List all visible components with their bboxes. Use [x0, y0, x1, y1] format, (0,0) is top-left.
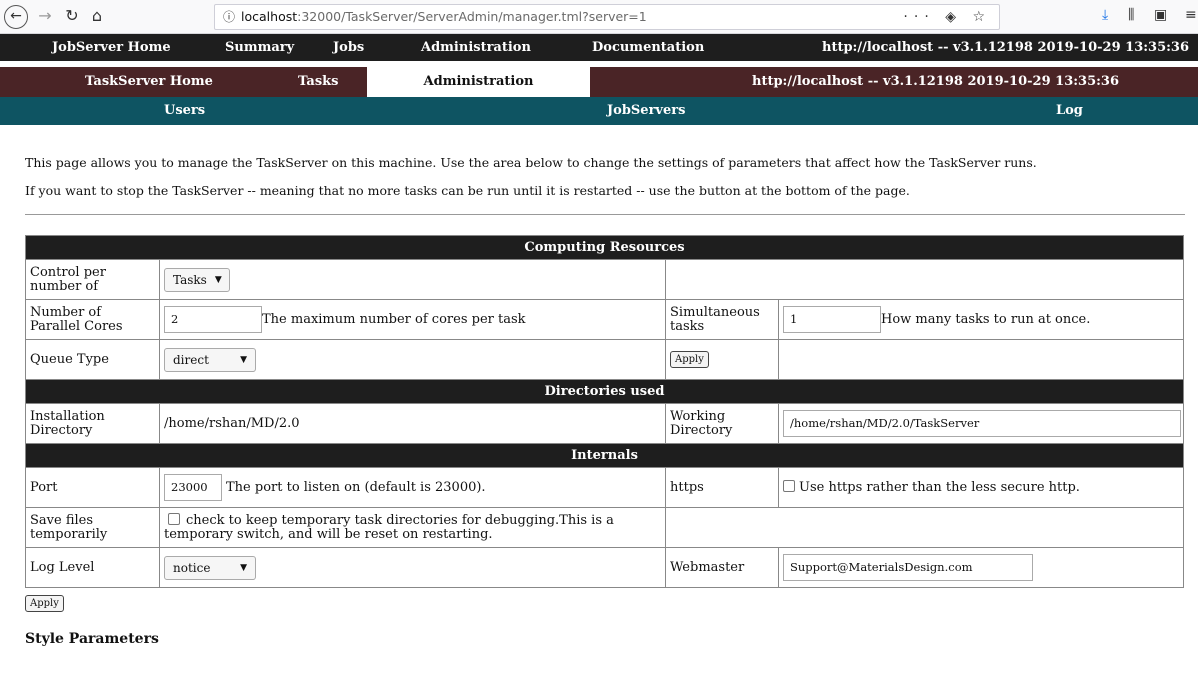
parallel-cores-help: The maximum number of cores per task: [262, 312, 526, 327]
section-heading: Internals: [25, 443, 1184, 468]
intro-text-2: If you want to stop the TaskServer -- me…: [25, 183, 910, 198]
nav-admin-active[interactable]: Administration: [367, 67, 590, 97]
divider: [25, 214, 1185, 215]
url-path: :32000/TaskServer/ServerAdmin/manager.tm…: [297, 9, 647, 24]
webmaster-label: Webmaster: [665, 547, 779, 588]
subnav-jobservers[interactable]: JobServers: [607, 97, 685, 125]
settings-table: Computing Resources Control per number o…: [25, 235, 1184, 588]
save-files-label: Save files temporarily: [25, 507, 160, 548]
queue-type-select[interactable]: direct ▼: [164, 347, 256, 372]
select-value: notice: [173, 560, 211, 575]
nav-tasks[interactable]: Tasks: [298, 67, 339, 97]
working-dir-label: Working Directory: [665, 403, 779, 444]
apply-computing-button[interactable]: Apply: [670, 351, 709, 368]
empty-cell: [665, 259, 1184, 300]
chevron-down-icon: ▼: [240, 354, 247, 365]
chevron-down-icon: ▼: [214, 274, 222, 285]
https-help: Use https rather than the less secure ht…: [799, 480, 1080, 495]
simultaneous-tasks-label: Simultaneous tasks: [665, 299, 779, 340]
select-value: direct: [173, 352, 209, 367]
control-per-select[interactable]: Tasks ▼: [164, 267, 230, 292]
url-host: localhost: [241, 9, 298, 24]
style-parameters-heading: Style Parameters: [25, 631, 159, 647]
nav-administration[interactable]: Administration: [421, 40, 531, 55]
empty-cell: [778, 339, 1184, 380]
section-heading: Computing Resources: [25, 235, 1184, 260]
section-internals: Internals: [25, 443, 1184, 468]
menu-icon[interactable]: ≡: [1185, 7, 1197, 23]
port-help: The port to listen on (default is 23000)…: [226, 480, 486, 495]
nav-documentation[interactable]: Documentation: [592, 40, 704, 55]
installation-dir-label: Installation Directory: [25, 403, 160, 444]
https-label: https: [665, 467, 779, 508]
port-input[interactable]: 23000: [164, 474, 222, 501]
nav-jobserver-home[interactable]: JobServer Home: [52, 40, 171, 55]
port-label: Port: [25, 467, 160, 508]
queue-type-label: Queue Type: [25, 339, 160, 380]
apply-internals-button[interactable]: Apply: [25, 595, 64, 612]
intro-text-1: This page allows you to manage the TaskS…: [25, 155, 1037, 170]
control-per-label: Control per number of: [25, 259, 160, 300]
jobserver-nav: JobServer Home Summary Jobs Administrati…: [0, 34, 1198, 61]
download-icon[interactable]: ⤓: [1102, 7, 1108, 23]
browser-toolbar: ← → ↻ ⌂ ⓘ localhost:32000/TaskServer/Serv…: [0, 0, 1198, 34]
select-value: Tasks: [173, 272, 207, 287]
taskserver-nav: TaskServer Home Tasks Administration htt…: [0, 67, 1198, 97]
section-directories: Directories used: [25, 379, 1184, 404]
sidebar-icon[interactable]: ▣: [1154, 7, 1167, 23]
taskserver-status: http://localhost -- v3.1.12198 2019-10-2…: [752, 74, 1120, 89]
log-level-label: Log Level: [25, 547, 160, 588]
section-computing-resources: Computing Resources: [25, 235, 1184, 260]
simultaneous-tasks-input[interactable]: 1: [783, 306, 881, 333]
parallel-cores-label: Number of Parallel Cores: [25, 299, 160, 340]
chevron-down-icon: ▼: [240, 562, 247, 573]
url-bar[interactable]: ⓘ localhost:32000/TaskServer/ServerAdmin/…: [214, 4, 1000, 30]
forward-arrow-icon[interactable]: →: [36, 5, 54, 27]
working-dir-input[interactable]: /home/rshan/MD/2.0/TaskServer: [783, 410, 1181, 437]
section-heading: Directories used: [25, 379, 1184, 404]
webmaster-input[interactable]: Support@MaterialsDesign.com: [783, 554, 1033, 581]
empty-cell: [665, 507, 1184, 548]
admin-subnav: Users JobServers Log: [0, 97, 1198, 125]
back-arrow-icon[interactable]: ←: [4, 5, 28, 29]
reload-icon[interactable]: ↻: [63, 5, 81, 27]
parallel-cores-input[interactable]: 2: [164, 306, 262, 333]
nav-summary[interactable]: Summary: [225, 40, 294, 55]
nav-taskserver-home[interactable]: TaskServer Home: [85, 67, 213, 97]
log-level-select[interactable]: notice ▼: [164, 555, 256, 580]
info-icon[interactable]: ⓘ: [223, 10, 235, 24]
save-files-checkbox[interactable]: [168, 513, 180, 525]
home-icon[interactable]: ⌂: [88, 5, 106, 27]
subnav-users[interactable]: Users: [164, 97, 205, 125]
subnav-log[interactable]: Log: [1056, 97, 1083, 125]
library-icon[interactable]: ⫼: [1128, 7, 1134, 23]
nav-jobs[interactable]: Jobs: [333, 40, 364, 55]
installation-dir-value: /home/rshan/MD/2.0: [159, 403, 666, 444]
jobserver-status: http://localhost -- v3.1.12198 2019-10-2…: [822, 40, 1190, 55]
simultaneous-tasks-help: How many tasks to run at once.: [881, 312, 1091, 327]
url-actions-icons[interactable]: ··· ◈ ☆: [903, 5, 991, 29]
save-files-help: check to keep temporary task directories…: [164, 513, 614, 542]
https-checkbox[interactable]: [783, 480, 795, 492]
